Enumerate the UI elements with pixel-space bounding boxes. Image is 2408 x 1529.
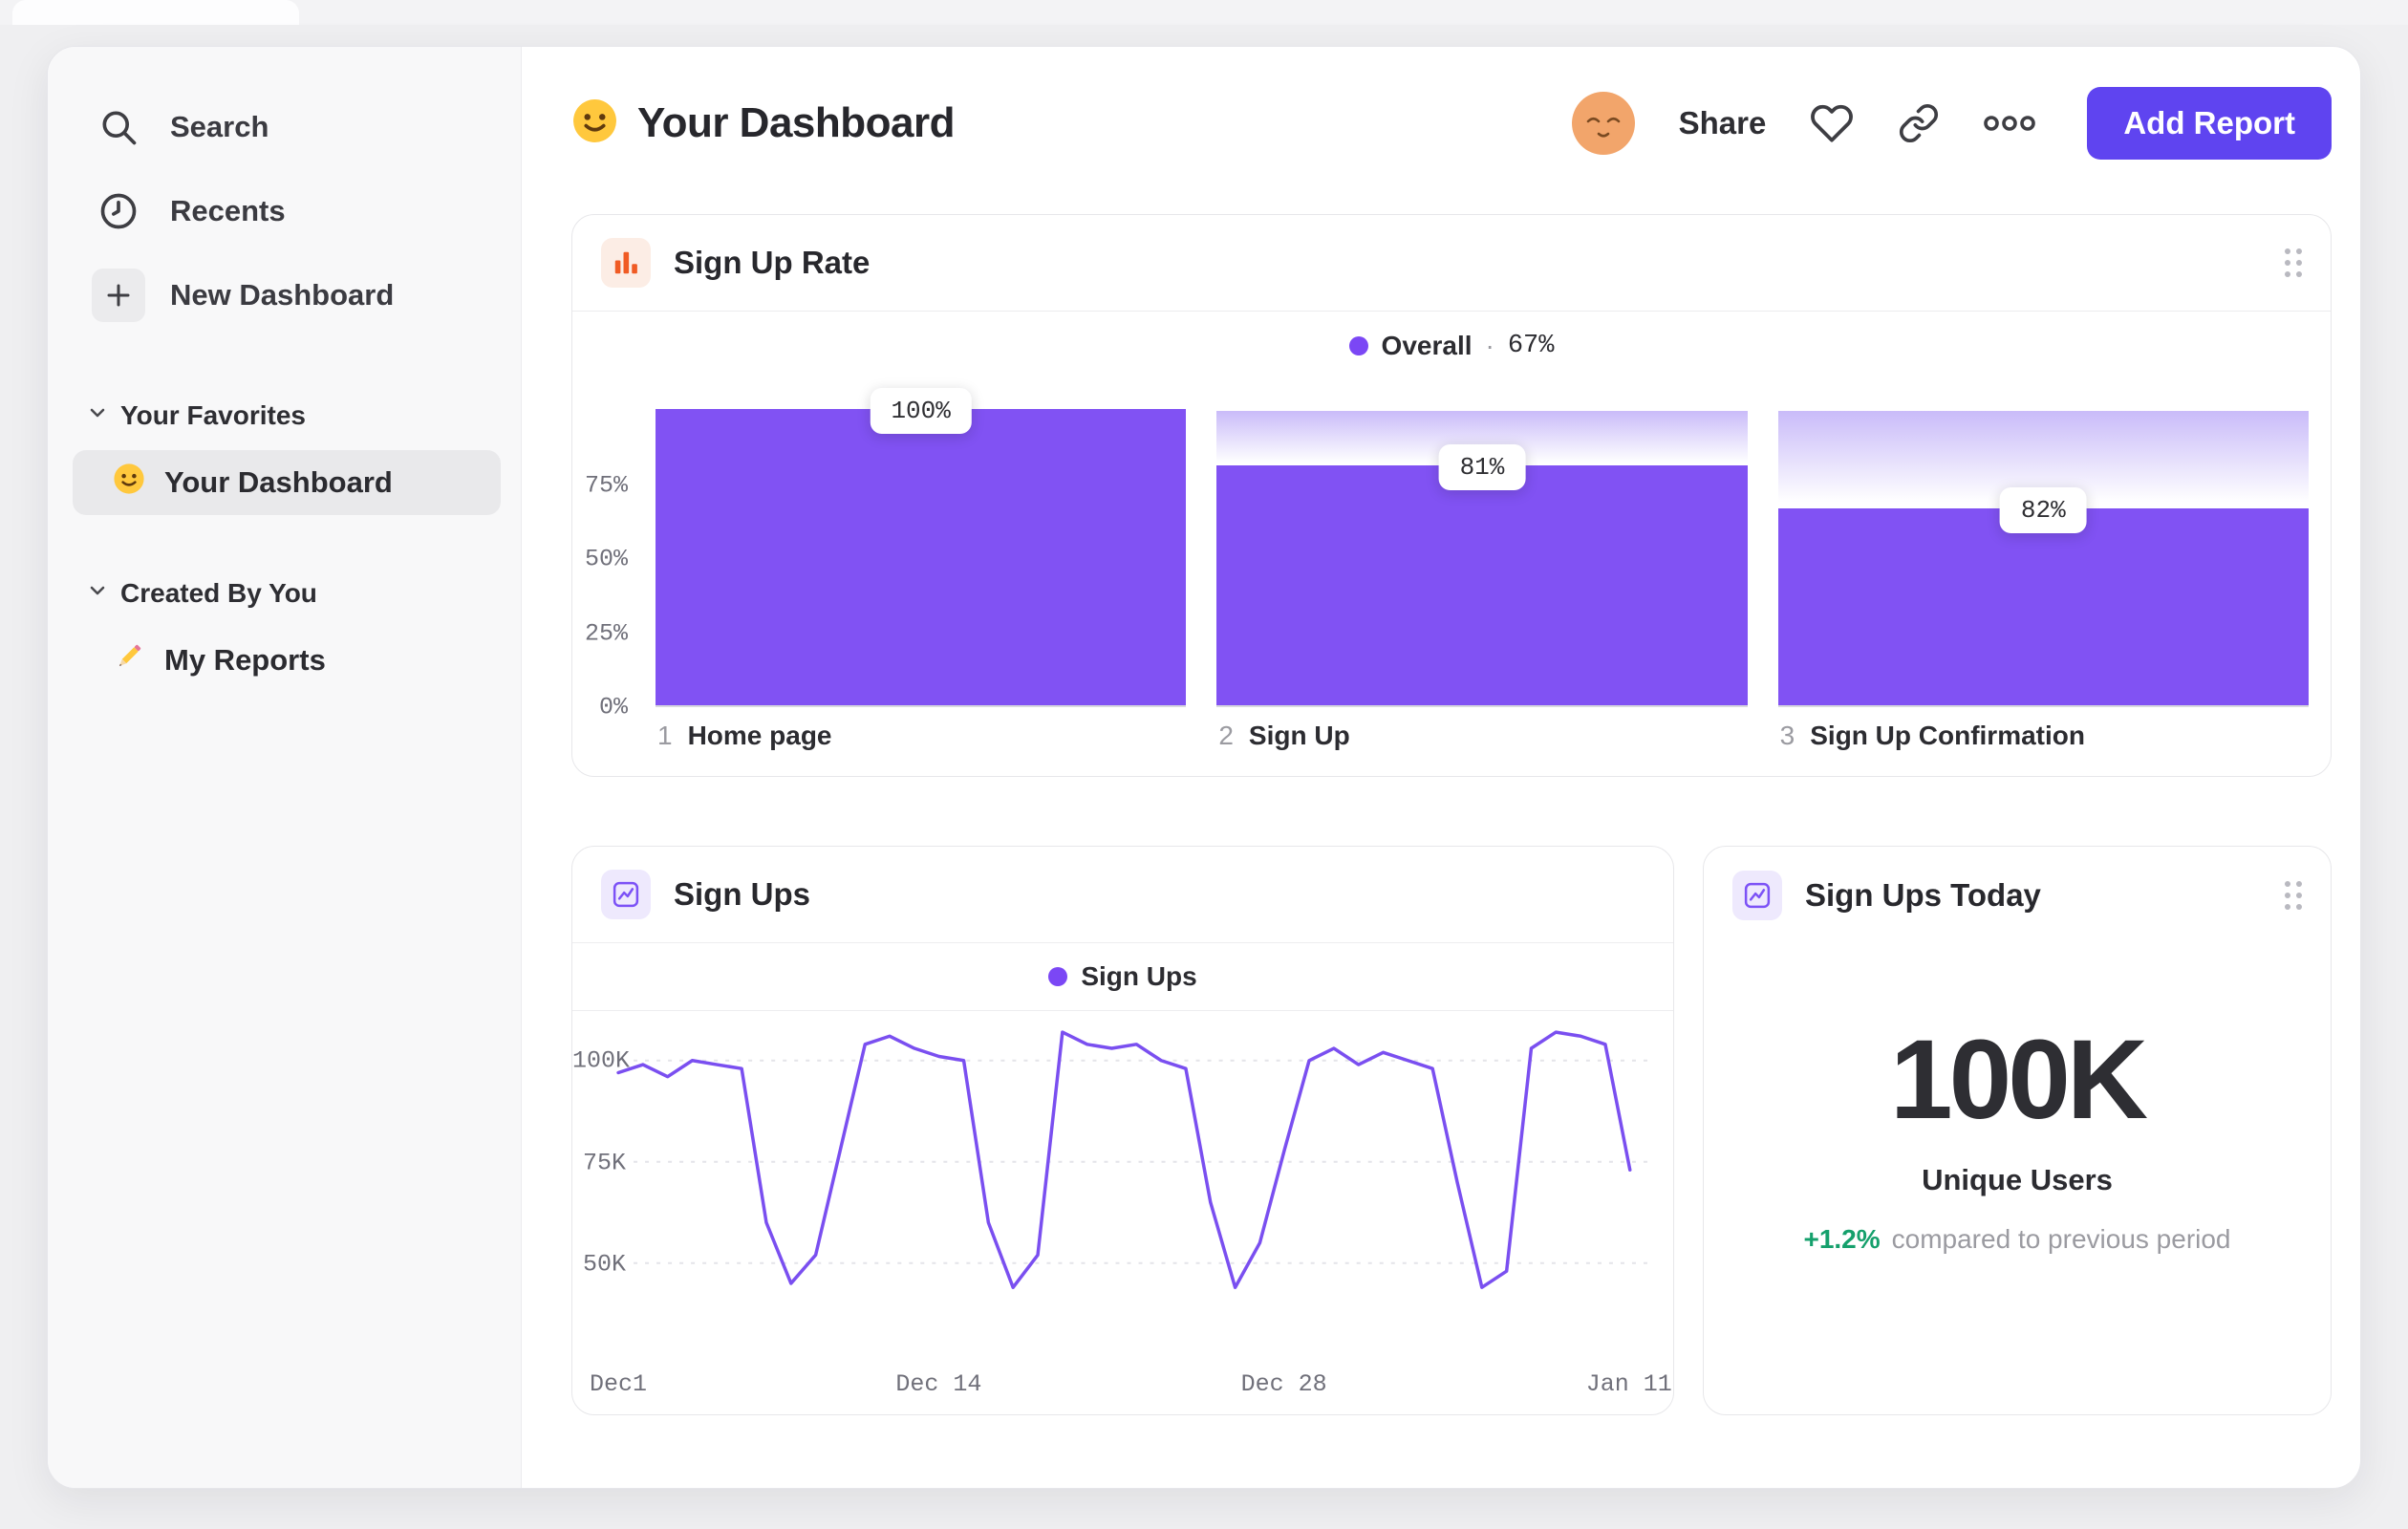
heart-icon[interactable] bbox=[1810, 101, 1854, 145]
line-x-tick-label: Jan 11 bbox=[1585, 1370, 1672, 1398]
funnel-value-badge: 82% bbox=[1999, 487, 2087, 534]
funnel-bar-fill[interactable] bbox=[656, 409, 1187, 705]
drag-handle-icon[interactable] bbox=[2285, 880, 2302, 910]
chevron-down-icon bbox=[86, 400, 109, 431]
card-title: Sign Ups Today bbox=[1805, 876, 2041, 913]
plus-icon bbox=[92, 269, 145, 322]
step-index: 2 bbox=[1218, 721, 1234, 750]
line-y-tick-label: 75K bbox=[582, 1149, 626, 1176]
sidebar-item-new-dashboard[interactable]: New Dashboard bbox=[48, 253, 521, 337]
funnel-bar-fill[interactable] bbox=[1216, 464, 1748, 705]
more-options-icon[interactable] bbox=[1984, 113, 2036, 134]
sidebar-item-your-dashboard[interactable]: Your Dashboard bbox=[73, 450, 501, 515]
favorites-section-header[interactable]: Your Favorites bbox=[48, 389, 521, 442]
line-chart-icon bbox=[601, 870, 651, 919]
line-y-tick-label: 50K bbox=[582, 1250, 626, 1279]
step-name: Sign Up bbox=[1248, 721, 1350, 750]
main-content: Your Dashboard Share Add Report Sign Up … bbox=[522, 47, 2360, 1488]
funnel-chart: 75% 50% 25% 0% 100% 1 Home page 81% 2 Si… bbox=[572, 312, 2331, 776]
funnel-y-tick-label: 75% bbox=[584, 471, 628, 499]
dashboard-header: Your Dashboard Share Add Report bbox=[571, 47, 2332, 200]
bottom-row: Sign Ups Sign Ups 100K 75K 50K Dec1 Dec 14 De… bbox=[571, 846, 2332, 1415]
sidebar-item-search[interactable]: Search bbox=[48, 85, 521, 169]
clock-icon bbox=[92, 184, 145, 238]
signups-line-plot bbox=[616, 1030, 1651, 1289]
sidebar-item-label: New Dashboard bbox=[170, 278, 395, 312]
funnel-value-badge: 100% bbox=[870, 388, 972, 434]
sidebar-item-label: Recents bbox=[170, 194, 286, 227]
funnel-bar-fill[interactable] bbox=[1777, 508, 2309, 705]
funnel-segments: 100% 1 Home page 81% 2 Sign Up 82% 3 Sig… bbox=[656, 388, 2309, 750]
sidebar: Search Recents New Dashboard Your Favori… bbox=[48, 47, 522, 1488]
app-window: Search Recents New Dashboard Your Favori… bbox=[47, 46, 2361, 1489]
funnel-step-label: 2 Sign Up bbox=[1218, 721, 1349, 751]
background-window-tab bbox=[12, 0, 299, 25]
sidebar-item-label: Your Dashboard bbox=[164, 465, 393, 499]
legend-dot bbox=[1048, 967, 1068, 986]
step-index: 3 bbox=[1779, 721, 1795, 750]
delta-note: compared to previous period bbox=[1891, 1224, 2231, 1254]
legend-label: Sign Ups bbox=[1081, 961, 1197, 991]
line-chart-area: 100K 75K 50K Dec1 Dec 14 Dec 28 Jan 11 bbox=[572, 1011, 1673, 1414]
funnel-y-tick-label: 0% bbox=[598, 693, 628, 721]
funnel-value-badge: 81% bbox=[1438, 443, 1526, 490]
step-name: Home page bbox=[687, 721, 832, 750]
line-x-tick-label: Dec1 bbox=[589, 1370, 648, 1398]
smiley-icon bbox=[113, 463, 145, 503]
funnel-segment[interactable]: 81% 2 Sign Up bbox=[1216, 411, 1748, 750]
funnel-y-axis: 75% 50% 25% 0% bbox=[572, 411, 628, 721]
sidebar-item-recents[interactable]: Recents bbox=[48, 169, 521, 253]
funnel-y-tick-label: 25% bbox=[584, 619, 628, 647]
metric-value: 100K bbox=[1889, 1017, 2148, 1143]
background-window-strip bbox=[0, 0, 2408, 25]
funnel-chart-icon bbox=[601, 238, 651, 288]
chevron-down-icon bbox=[86, 578, 109, 609]
funnel-step-label: 1 Home page bbox=[657, 721, 832, 751]
smiley-icon bbox=[571, 97, 618, 149]
delta-value: +1.2% bbox=[1803, 1224, 1881, 1254]
signup-rate-card-header: Sign Up Rate bbox=[572, 215, 2331, 312]
header-actions: Share Add Report bbox=[1571, 87, 2332, 160]
line-x-tick-label: Dec 14 bbox=[895, 1370, 982, 1398]
line-y-tick-label: 100K bbox=[572, 1046, 631, 1075]
step-name: Sign Up Confirmation bbox=[1810, 721, 2085, 750]
sidebar-item-label: My Reports bbox=[164, 643, 326, 677]
created-by-you-section-header[interactable]: Created By You bbox=[48, 567, 521, 620]
card-title: Sign Ups bbox=[674, 876, 811, 912]
step-index: 1 bbox=[657, 721, 673, 750]
signups-today-card: Sign Ups Today 100K Unique Users +1.2% c… bbox=[1703, 846, 2332, 1415]
pencil-icon bbox=[113, 640, 145, 680]
signups-card: Sign Ups Sign Ups 100K 75K 50K Dec1 Dec 14 De… bbox=[571, 846, 1674, 1415]
sidebar-item-label: Search bbox=[170, 110, 269, 143]
funnel-segment[interactable]: 82% 3 Sign Up Confirmation bbox=[1777, 411, 2309, 750]
signup-rate-card: Sign Up Rate Overall · 67% 75% 50% 25% 0% 1… bbox=[571, 214, 2332, 777]
section-label: Created By You bbox=[120, 578, 317, 608]
funnel-step-label: 3 Sign Up Confirmation bbox=[1780, 721, 2085, 751]
signups-card-header: Sign Ups bbox=[572, 847, 1673, 943]
funnel-y-tick-label: 50% bbox=[584, 545, 628, 573]
metric-chart-icon bbox=[1732, 870, 1782, 920]
link-icon[interactable] bbox=[1898, 102, 1940, 144]
avatar[interactable] bbox=[1571, 92, 1635, 155]
line-legend[interactable]: Sign Ups bbox=[572, 943, 1673, 1011]
sidebar-item-my-reports[interactable]: My Reports bbox=[73, 628, 501, 693]
share-button[interactable]: Share bbox=[1679, 105, 1767, 141]
metric-label: Unique Users bbox=[1922, 1163, 2113, 1196]
drag-handle-icon[interactable] bbox=[2285, 248, 2302, 277]
page-title: Your Dashboard bbox=[637, 99, 956, 146]
metric-delta-row: +1.2% compared to previous period bbox=[1704, 1224, 2331, 1255]
signups-today-card-header: Sign Ups Today bbox=[1704, 847, 2331, 943]
card-title: Sign Up Rate bbox=[674, 245, 871, 280]
dashboard-title-wrap: Your Dashboard bbox=[571, 97, 956, 149]
search-icon bbox=[92, 100, 145, 154]
line-x-tick-label: Dec 28 bbox=[1240, 1370, 1327, 1398]
funnel-segment[interactable]: 100% 1 Home page bbox=[656, 388, 1187, 750]
section-label: Your Favorites bbox=[120, 400, 306, 430]
add-report-button[interactable]: Add Report bbox=[2087, 87, 2332, 160]
